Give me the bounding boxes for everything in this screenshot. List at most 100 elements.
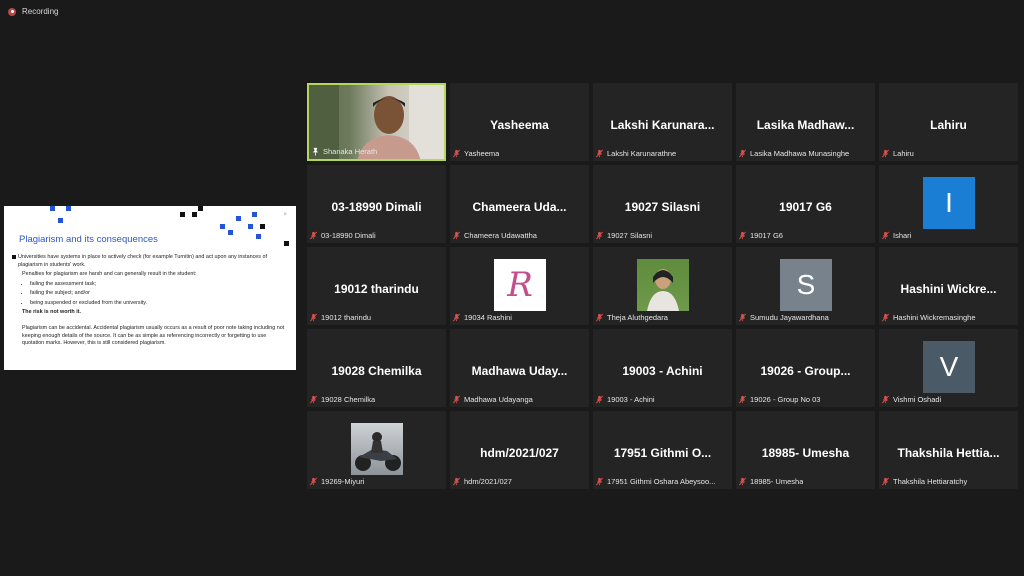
participant-tile[interactable]: R 19034 Rashini	[450, 247, 589, 325]
participant-label: Madhawa Udayanga	[452, 395, 533, 404]
muted-mic-icon	[453, 149, 460, 158]
muted-mic-icon	[882, 231, 889, 240]
participant-tile[interactable]: Yasheema Yasheema	[450, 83, 589, 161]
participant-label: Shanaka Herath	[311, 147, 377, 156]
participant-name-display: 19027 Silasni	[624, 200, 701, 214]
participant-label: 19028 Chemilka	[309, 395, 375, 404]
muted-mic-icon	[310, 313, 317, 322]
participant-label: Thakshila Hettiaratchy	[881, 477, 967, 486]
participant-label: Lahiru	[881, 149, 914, 158]
muted-mic-icon	[882, 149, 889, 158]
muted-mic-icon	[739, 149, 746, 158]
avatar: R	[494, 259, 546, 311]
participant-tile[interactable]: Lasika Madhaw... Lasika Madhawa Munasingh…	[736, 83, 875, 161]
slide-bullet: being suspended or excluded from the uni…	[30, 300, 287, 308]
participant-label: 19034 Rashini	[452, 313, 512, 322]
participant-name-display: Lahiru	[930, 118, 967, 132]
participant-tile[interactable]: Theja Aluthgedara	[593, 247, 732, 325]
participant-tile[interactable]: 19269-Miyuri	[307, 411, 446, 489]
participant-label: Ishari	[881, 231, 911, 240]
participant-name-display: 19003 - Achini	[622, 364, 703, 378]
participant-name-display: 19017 G6	[779, 200, 832, 214]
decor-square	[256, 234, 261, 239]
avatar	[351, 423, 403, 475]
participant-label: Theja Aluthgedara	[595, 313, 668, 322]
record-icon	[8, 7, 16, 16]
participant-tile[interactable]: Hashini Wickre... Hashini Wickremasinghe	[879, 247, 1018, 325]
muted-mic-icon	[453, 395, 460, 404]
participant-tile[interactable]: 03-18990 Dimali 03-18990 Dimali	[307, 165, 446, 243]
muted-mic-icon	[882, 395, 889, 404]
participant-label: 19017 G6	[738, 231, 783, 240]
muted-mic-icon	[596, 313, 603, 322]
participant-name-display: 17951 Githmi O...	[613, 446, 712, 460]
participant-tile[interactable]: V Vishmi Oshadi	[879, 329, 1018, 407]
recording-indicator: Recording	[8, 7, 58, 16]
decor-square	[198, 206, 203, 211]
participant-label: Hashini Wickremasinghe	[881, 313, 976, 322]
participant-name-display: hdm/2021/027	[480, 446, 559, 460]
participant-name-display: Madhawa Uday...	[471, 364, 568, 378]
muted-mic-icon	[596, 149, 603, 158]
participant-name-display: Thakshila Hettia...	[897, 446, 1000, 460]
muted-mic-icon	[596, 395, 603, 404]
participant-tile[interactable]: 19017 G6 19017 G6	[736, 165, 875, 243]
muted-mic-icon	[596, 231, 603, 240]
participant-tile[interactable]: Chameera Uda... Chameera Udawattha	[450, 165, 589, 243]
avatar: S	[780, 259, 832, 311]
slide-bullet: failing the subject; and/or	[30, 290, 287, 298]
participant-label: 03-18990 Dimali	[309, 231, 376, 240]
participant-name-display: 19028 Chemilka	[331, 364, 422, 378]
participant-label: 19026 - Group No 03	[738, 395, 820, 404]
participant-name-display: 19012 tharindu	[334, 282, 419, 296]
muted-mic-icon	[882, 313, 889, 322]
participant-label: Lasika Madhawa Munasinghe	[738, 149, 849, 158]
decor-square	[58, 218, 63, 223]
participant-tile[interactable]: Madhawa Uday... Madhawa Udayanga	[450, 329, 589, 407]
participant-tile[interactable]: 17951 Githmi O... 17951 Githmi Oshara Abe…	[593, 411, 732, 489]
muted-mic-icon	[739, 313, 746, 322]
avatar: I	[923, 177, 975, 229]
participant-label: Chameera Udawattha	[452, 231, 537, 240]
participant-tile[interactable]: 18985- Umesha 18985- Umesha	[736, 411, 875, 489]
participant-name-display: 19026 - Group...	[760, 364, 851, 378]
recording-label: Recording	[22, 7, 59, 16]
slide-penalties-intro: Penalties for plagiarism are harsh and c…	[22, 271, 197, 278]
participant-label: hdm/2021/027	[452, 477, 512, 486]
participant-label: 19269-Miyuri	[309, 477, 364, 486]
participant-tile[interactable]: Thakshila Hettia... Thakshila Hettiaratch…	[879, 411, 1018, 489]
avatar	[637, 259, 689, 311]
participant-tile[interactable]: 19027 Silasni 19027 Silasni	[593, 165, 732, 243]
decor-square	[260, 224, 265, 229]
participant-name-display: Lakshi Karunara...	[610, 118, 715, 132]
participant-tile[interactable]: 19012 tharindu 19012 tharindu	[307, 247, 446, 325]
participant-label: Sumudu Jayawardhana	[738, 313, 829, 322]
participant-tile[interactable]: S Sumudu Jayawardhana	[736, 247, 875, 325]
participant-name-display: Chameera Uda...	[472, 200, 567, 214]
muted-mic-icon	[739, 231, 746, 240]
slide-bullets: failing the assessment task; failing the…	[12, 281, 287, 308]
participant-label: 18985- Umesha	[738, 477, 803, 486]
participant-tile[interactable]: hdm/2021/027 hdm/2021/027	[450, 411, 589, 489]
decor-square	[248, 224, 253, 229]
muted-mic-icon	[596, 477, 603, 486]
muted-mic-icon	[310, 477, 317, 486]
muted-mic-icon	[310, 395, 317, 404]
participant-name-display: Lasika Madhaw...	[756, 118, 855, 132]
participant-tile[interactable]: Lakshi Karunara... Lakshi Karunarathne	[593, 83, 732, 161]
participant-name-display: Hashini Wickre...	[900, 282, 997, 296]
decor-square	[192, 212, 197, 217]
participant-tile[interactable]: 19026 - Group... 19026 - Group No 03	[736, 329, 875, 407]
shared-slide: × Plagiarism and its consequences Univer…	[4, 206, 296, 370]
participant-tile[interactable]: 19028 Chemilka 19028 Chemilka	[307, 329, 446, 407]
participant-label: 19003 - Achini	[595, 395, 655, 404]
participant-label: Lakshi Karunarathne	[595, 149, 676, 158]
slide-body: Universities have systems in place to ac…	[12, 254, 287, 350]
participant-tile[interactable]: 19003 - Achini 19003 - Achini	[593, 329, 732, 407]
participant-tile[interactable]: Shanaka Herath	[307, 83, 446, 161]
participant-label: 17951 Githmi Oshara Abeysoo...	[595, 477, 715, 486]
participant-tile[interactable]: I Ishari	[879, 165, 1018, 243]
muted-mic-icon	[453, 313, 460, 322]
decor-square	[50, 206, 55, 211]
participant-tile[interactable]: Lahiru Lahiru	[879, 83, 1018, 161]
